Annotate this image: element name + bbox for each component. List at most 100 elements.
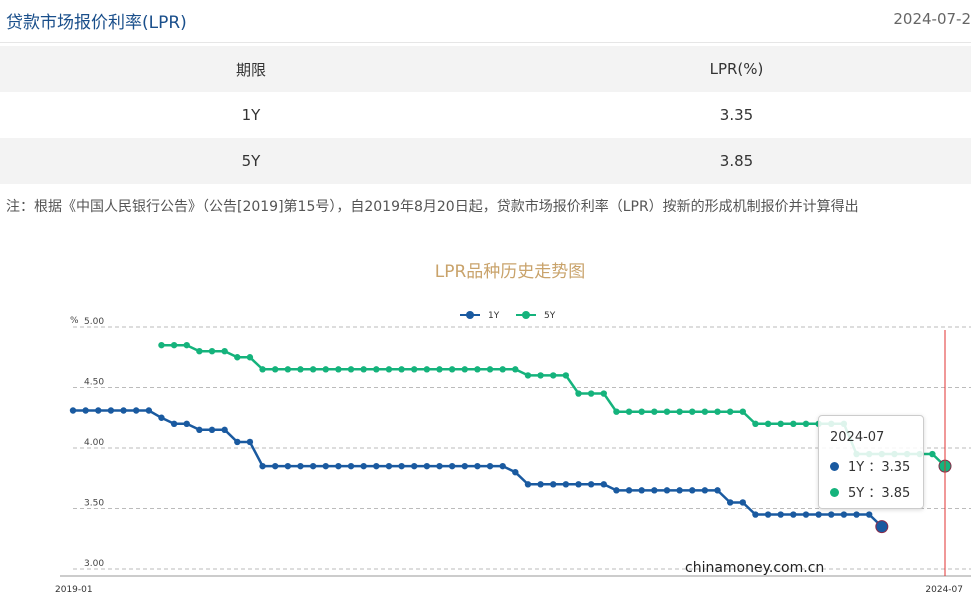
data-point [550,481,557,488]
data-point [246,354,254,361]
data-point [297,366,304,373]
data-point [600,481,607,488]
data-point [625,487,633,494]
rate-cell: 3.35 [719,106,754,124]
data-point [259,366,266,373]
data-point [385,366,393,373]
data-point [613,408,620,415]
data-point [537,481,544,488]
tooltip-series-name: 1Y [848,460,865,475]
data-point [562,372,570,379]
data-point [802,420,810,427]
data-point [676,408,683,415]
data-point [373,366,380,373]
legend-label-5y: 5Y [544,311,556,321]
page-title: 贷款市场报价利率(LPR) [6,13,187,33]
data-point [524,481,532,488]
data-point [448,462,456,470]
x-axis: 2019-01 2024-07 [55,575,971,595]
data-point [524,372,532,379]
data-point [196,348,203,355]
data-point [309,462,317,470]
data-point [840,511,848,518]
data-point [550,372,557,379]
data-point [739,408,746,415]
data-point [95,407,102,414]
data-point [158,414,165,421]
update-date: 2024-07-2 [893,10,971,28]
data-point [398,462,405,470]
data-point [587,390,595,397]
data-point [764,420,772,427]
data-point [474,462,481,470]
data-point [69,407,77,414]
data-point [739,499,746,506]
data-point [828,511,835,518]
tooltip-date: 2024-07 [830,430,885,445]
data-point [120,407,127,414]
data-point [347,366,355,373]
data-point [537,372,544,379]
y-tick-label: 4.00 [84,438,104,448]
watermark: chinamoney.com.cn [685,560,825,576]
data-point [461,366,468,373]
tooltip-row-1y: 1Y ：3.35 [830,456,910,475]
data-point [309,366,317,373]
legend-label-1y: 1Y [488,311,500,321]
data-point [284,462,292,470]
data-point [234,438,241,446]
data-point [360,366,367,373]
data-point [802,511,810,518]
data-point [297,462,304,470]
data-point [272,366,279,373]
data-point [411,462,418,470]
term-cell: 5Y [0,138,502,184]
y-tick-label: 5.00 [84,317,104,327]
data-point [107,407,115,414]
y-axis: 5.00 4.50 4.00 3.50 3.00% [70,316,104,569]
data-point [764,511,772,518]
tooltip-value: 3.35 [881,460,911,475]
data-point [726,499,734,506]
y-axis-label: % [70,316,79,326]
data-point [436,462,443,470]
data-point [875,520,889,534]
table-row: 1Y 3.35 [0,92,971,138]
table-header-row: 期限 LPR(%) [0,46,971,92]
data-point [284,366,292,373]
data-point [512,366,519,373]
y-tick-label: 4.50 [84,378,104,388]
chart-tooltip: 2024-07 1Y ：3.35 5Y ：3.85 [818,415,924,509]
data-point [145,407,153,414]
x-tick-label: 2024-07 [925,585,963,595]
tooltip-value: 3.85 [881,486,911,501]
data-point [448,366,456,373]
data-point [689,487,696,494]
data-point [259,462,266,470]
data-point [486,462,494,470]
data-point [929,450,936,458]
data-point [486,366,494,373]
y-tick-label: 3.50 [84,499,104,509]
table-row: 5Y 3.85 [0,138,971,184]
data-point [411,366,418,373]
data-point [663,487,671,494]
data-point [82,407,89,414]
data-point [208,348,216,355]
data-point [246,438,254,446]
data-point [474,366,481,373]
data-point [625,408,633,415]
data-point [373,462,380,470]
data-point [234,354,241,361]
data-point [208,426,216,434]
data-point [132,407,140,414]
data-point [322,462,329,470]
data-point [638,408,645,415]
data-point [360,462,367,470]
data-point [777,420,784,427]
legend[interactable]: 1Y 5Y [460,311,556,321]
rate-cell: 3.85 [502,138,971,184]
data-point [790,420,797,427]
x-tick-label: 2019-01 [55,585,93,595]
y-tick-label: 3.00 [84,559,104,569]
